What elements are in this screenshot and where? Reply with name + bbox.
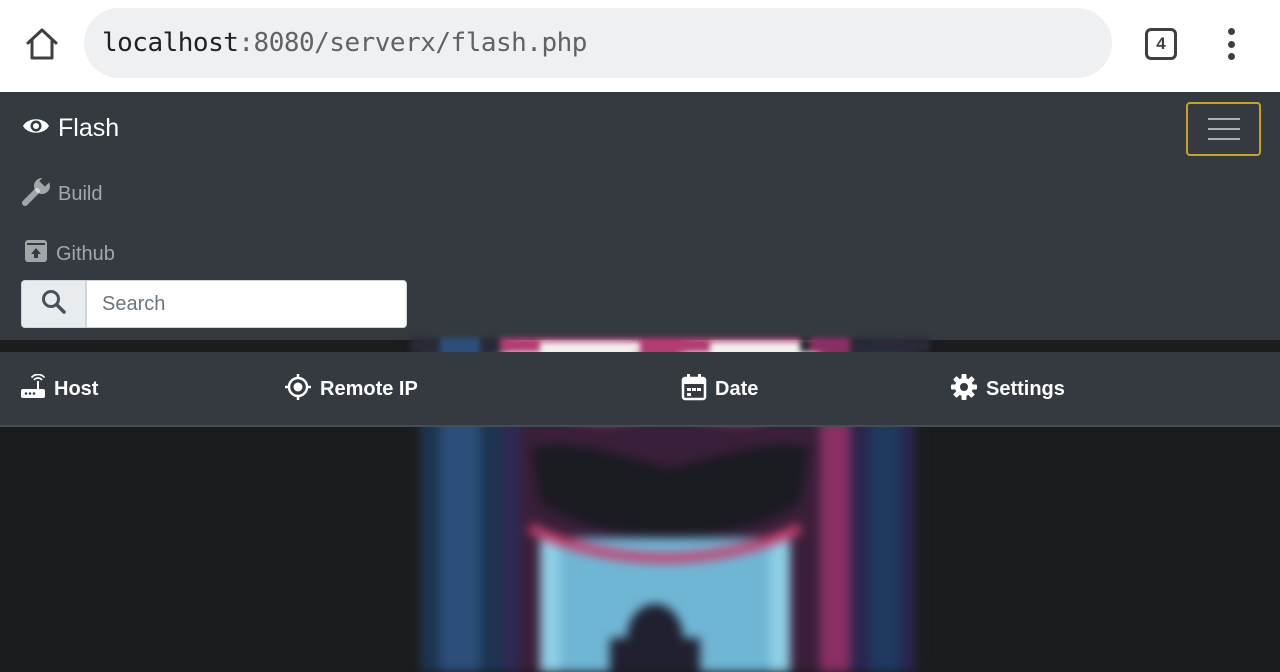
calendar-icon xyxy=(681,373,707,407)
column-header-label: Date xyxy=(715,378,759,400)
column-header-settings[interactable]: Settings xyxy=(950,352,1065,427)
gear-icon xyxy=(950,373,978,407)
nav-link-build[interactable]: Build xyxy=(22,175,103,212)
search-button[interactable] xyxy=(21,280,86,328)
navbar: Flash Build Github xyxy=(0,92,1280,340)
column-header-date[interactable]: Date xyxy=(681,352,758,427)
wrench-icon xyxy=(22,175,52,212)
address-bar[interactable]: localhost:8080/serverx/flash.php xyxy=(84,8,1112,78)
search-icon xyxy=(41,289,67,319)
tab-switcher-button[interactable]: 4 xyxy=(1145,28,1177,60)
navbar-toggler-button[interactable] xyxy=(1186,102,1261,156)
table-header: Host Remote IP Date Settings xyxy=(0,352,1280,427)
url-host: localhost xyxy=(102,28,239,58)
nav-link-label: Github xyxy=(56,242,115,265)
brand-label: Flash xyxy=(58,114,120,142)
home-icon[interactable] xyxy=(22,24,62,64)
navbar-brand[interactable]: Flash xyxy=(22,114,119,143)
page-content: Flash Build Github Search Host Remote IP… xyxy=(0,92,1280,672)
crosshair-icon xyxy=(284,373,312,407)
column-header-label: Remote IP xyxy=(320,378,418,400)
column-header-label: Host xyxy=(54,378,99,400)
column-header-remote-ip[interactable]: Remote IP xyxy=(284,352,418,427)
router-icon xyxy=(20,373,46,406)
nav-link-github[interactable]: Github xyxy=(22,237,115,271)
search-input[interactable] xyxy=(86,280,407,328)
hero-top-strip xyxy=(410,338,930,352)
search-group xyxy=(21,280,407,328)
eye-icon xyxy=(22,114,50,143)
tab-count: 4 xyxy=(1156,34,1166,53)
column-header-label: Settings xyxy=(986,378,1065,400)
archive-icon xyxy=(22,237,50,271)
url-path: :8080/serverx/flash.php xyxy=(238,28,587,58)
nav-link-label: Build xyxy=(58,182,103,205)
more-vert-icon[interactable] xyxy=(1218,26,1244,62)
column-header-host[interactable]: Host xyxy=(20,352,98,427)
browser-toolbar: localhost:8080/serverx/flash.php 4 xyxy=(0,0,1280,92)
